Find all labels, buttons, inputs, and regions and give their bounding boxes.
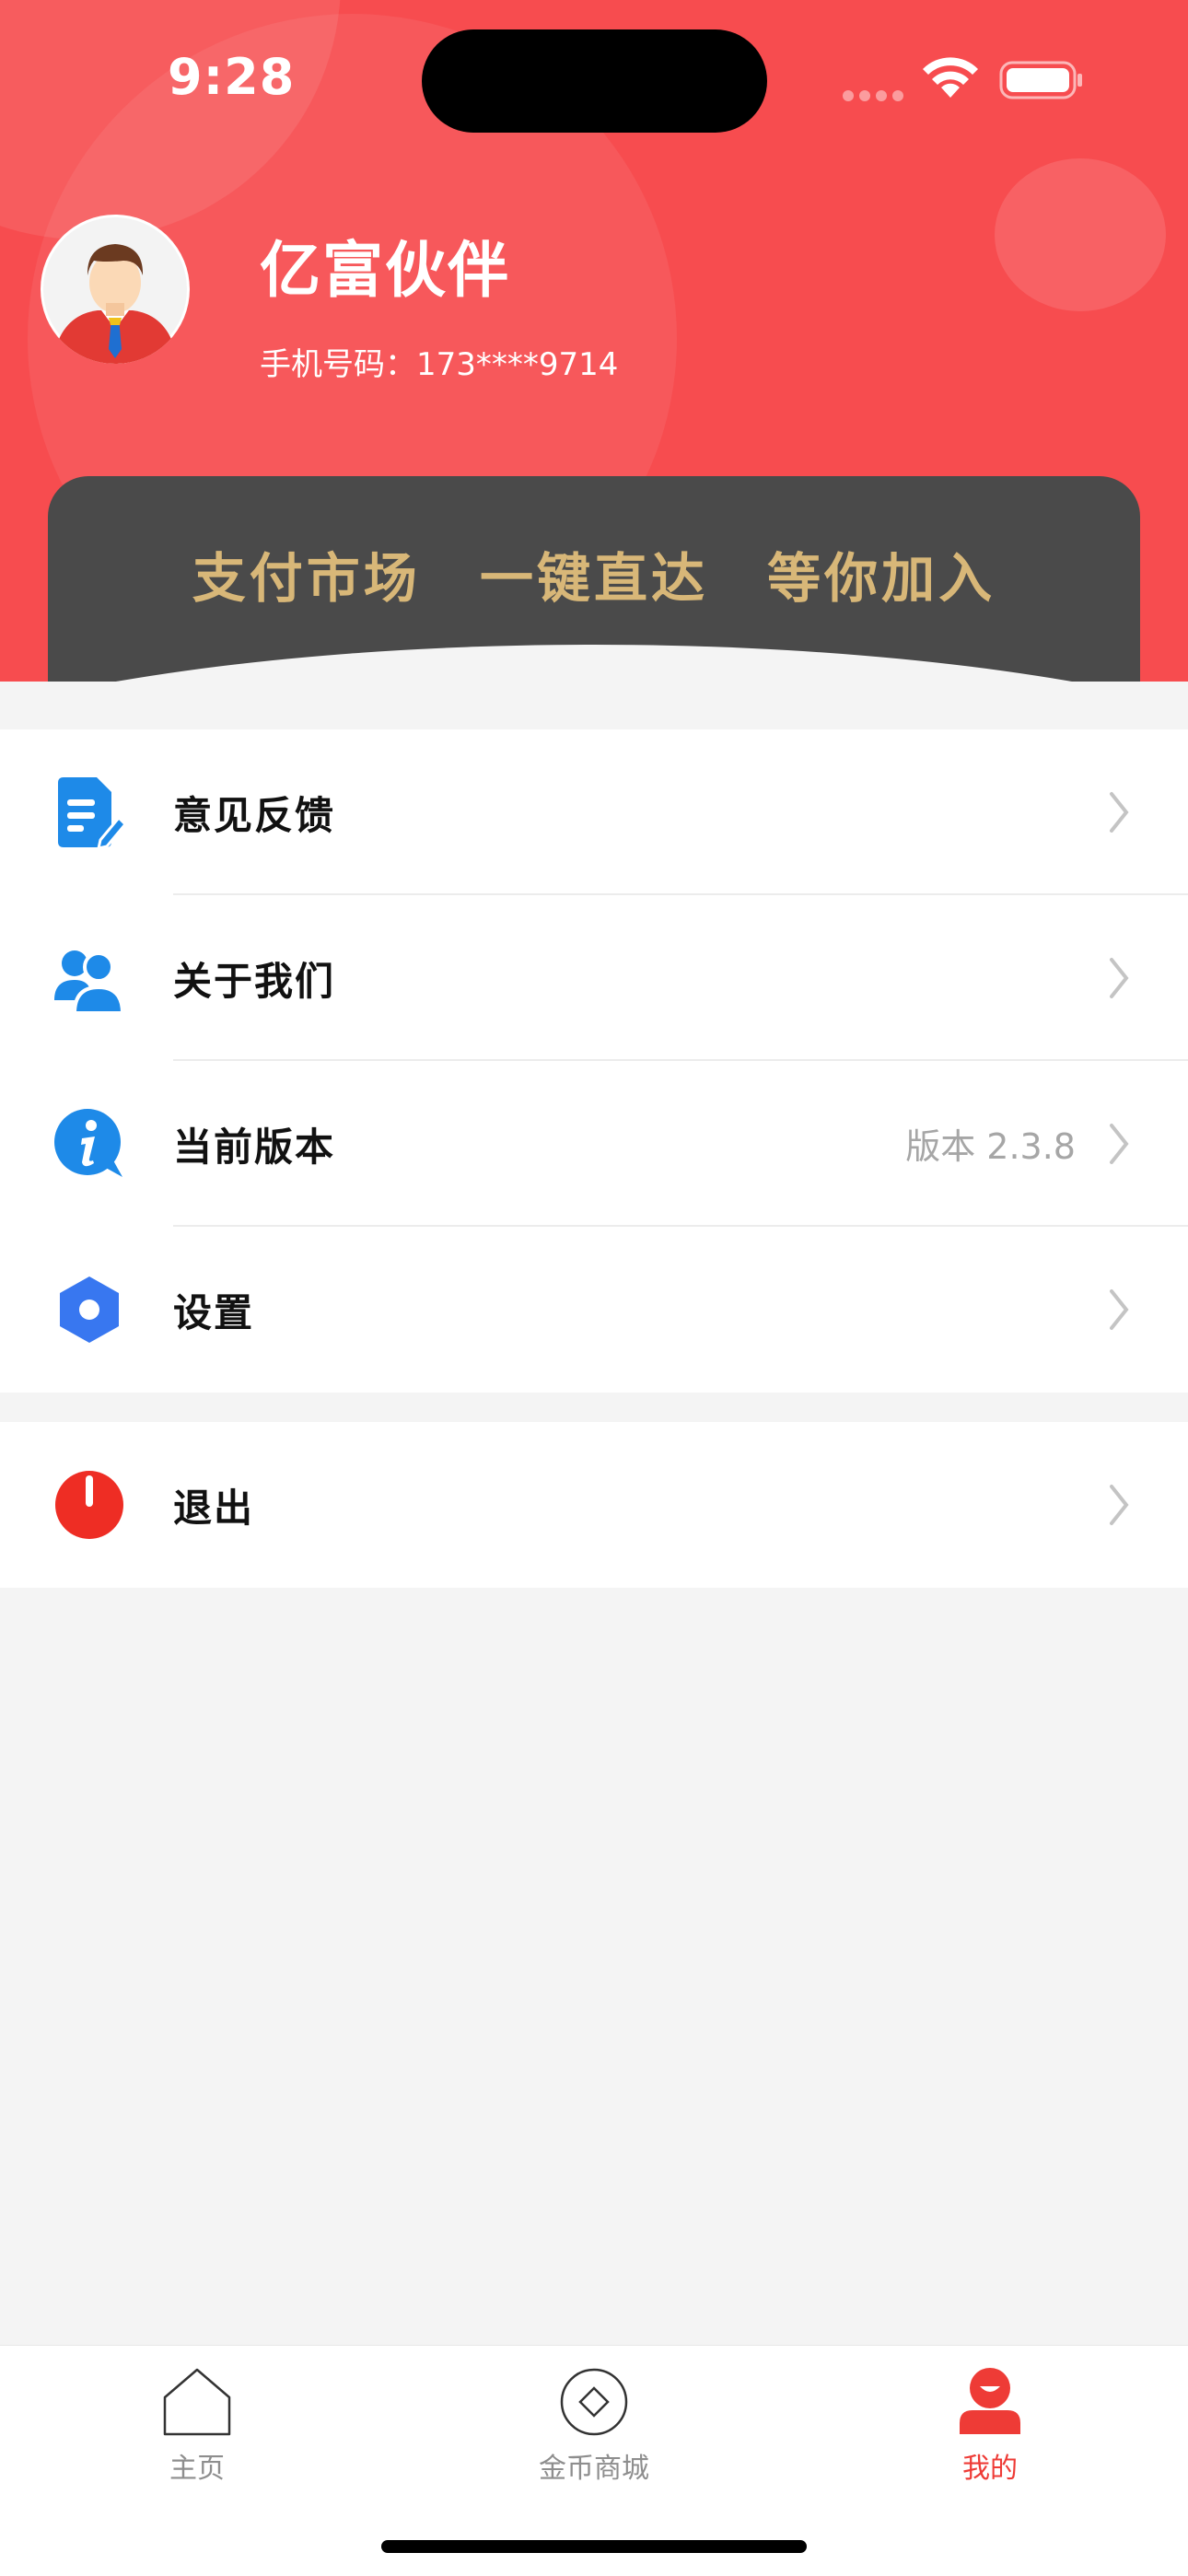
- header-decoration-circle: [995, 158, 1166, 311]
- avatar-person-icon: [43, 217, 187, 364]
- logout-section: 退出: [0, 1422, 1188, 1588]
- status-time: 9:28: [168, 48, 296, 106]
- chevron-right-icon: [1110, 958, 1129, 998]
- tab-home[interactable]: 主页: [87, 2366, 308, 2486]
- version-value: 版本 2.3.8: [905, 1126, 1076, 1167]
- info-icon: [54, 1109, 122, 1177]
- home-indicator[interactable]: [381, 2540, 807, 2553]
- power-icon: [55, 1471, 123, 1539]
- avatar[interactable]: [41, 215, 190, 364]
- user-phone: 手机号码：173****9714: [260, 346, 619, 383]
- tab-mine[interactable]: 我的: [879, 2366, 1101, 2486]
- menu-item-label: 意见反馈: [173, 793, 336, 838]
- chevron-right-icon: [1110, 792, 1129, 833]
- users-icon: [54, 950, 125, 1015]
- promo-banner-text: 支付市场 一键直达 等你加入: [192, 547, 996, 610]
- logout-label: 退出: [173, 1486, 255, 1531]
- home-icon: [163, 2368, 231, 2436]
- battery-icon: [999, 61, 1082, 99]
- menu-item-settings[interactable]: 设置: [0, 1227, 1188, 1393]
- chevron-right-icon: [1110, 1289, 1129, 1330]
- feedback-doc-icon: [58, 777, 126, 849]
- chevron-right-icon: [1110, 1124, 1129, 1164]
- wifi-icon: [923, 57, 978, 98]
- settings-hexagon-icon: [60, 1276, 119, 1343]
- menu-item-version[interactable]: 当前版本 版本 2.3.8: [0, 1061, 1188, 1227]
- person-icon: [960, 2368, 1020, 2434]
- cellular-signal-icon: [843, 87, 909, 105]
- dynamic-island: [422, 29, 767, 133]
- menu-item-label: 关于我们: [173, 959, 336, 1004]
- menu-item-feedback[interactable]: 意见反馈: [0, 729, 1188, 895]
- tab-coin-mall[interactable]: 金币商城: [483, 2366, 705, 2486]
- status-bar: 9:28: [0, 0, 1188, 157]
- tab-label: 金币商城: [539, 2453, 649, 2485]
- menu-list: 意见反馈 关于我们 当前版本 版本 2.3.8 设置: [0, 729, 1188, 1393]
- menu-item-logout[interactable]: 退出: [0, 1422, 1188, 1588]
- profile-header: 9:28 亿富伙伴 手机号码：173****9714 支付市场 一键直达 等你加: [0, 0, 1188, 682]
- menu-item-label: 当前版本: [173, 1125, 336, 1170]
- user-name: 亿富伙伴: [260, 235, 510, 306]
- chevron-right-icon: [1110, 1485, 1129, 1525]
- menu-item-about-us[interactable]: 关于我们: [0, 895, 1188, 1061]
- coin-icon: [560, 2368, 628, 2436]
- tab-label: 主页: [169, 2453, 225, 2485]
- menu-item-label: 设置: [173, 1290, 255, 1335]
- tab-label: 我的: [962, 2453, 1018, 2485]
